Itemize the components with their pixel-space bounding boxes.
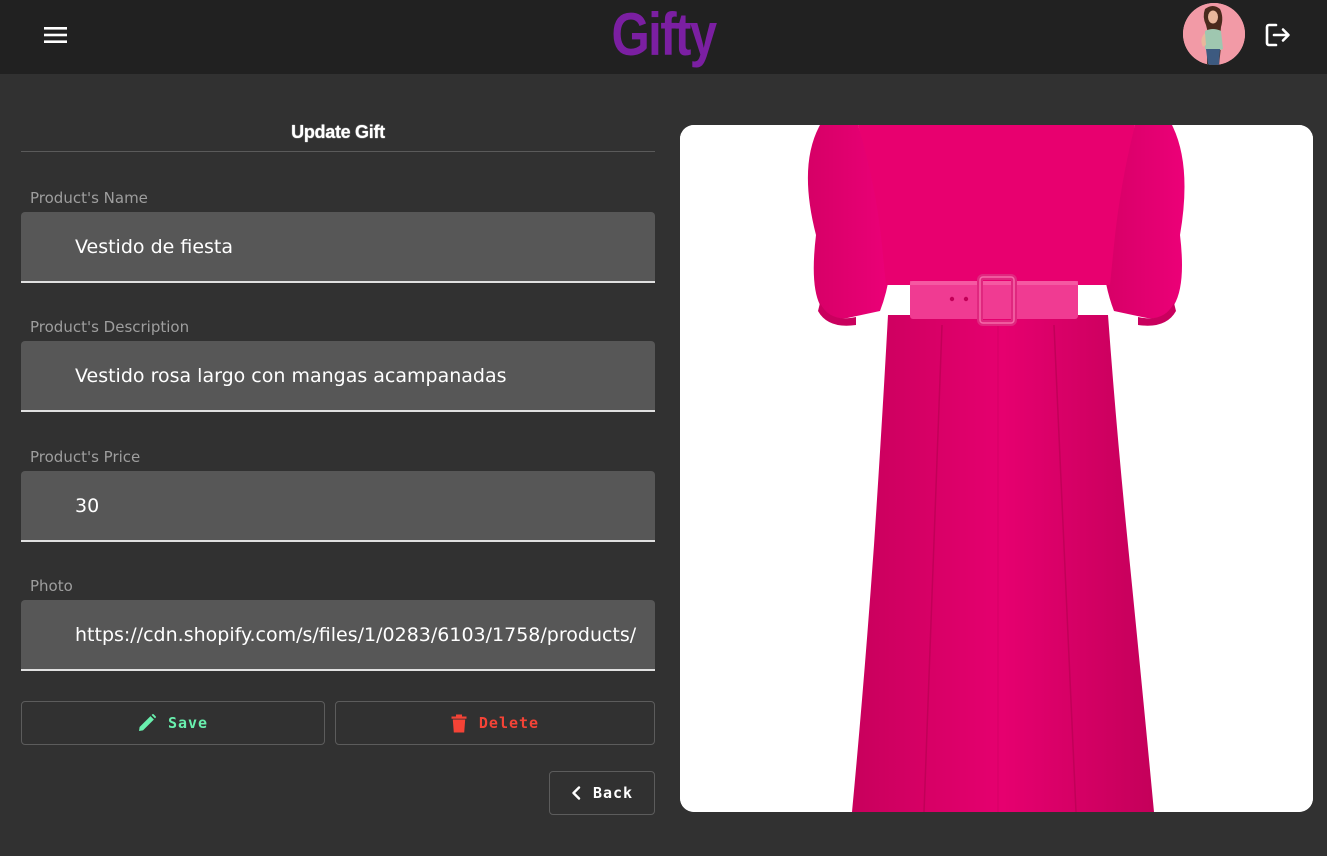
- photo-label: Photo: [30, 577, 73, 595]
- logout-icon: [1265, 23, 1290, 47]
- menu-icon: [44, 27, 67, 43]
- delete-button[interactable]: Delete: [335, 701, 655, 745]
- top-app-bar: Gifty: [0, 0, 1327, 74]
- pencil-icon: [138, 714, 156, 731]
- description-label: Product's Description: [30, 318, 190, 336]
- name-field-container: [21, 212, 655, 283]
- back-button-label: Back: [592, 784, 634, 802]
- menu-button[interactable]: [36, 18, 76, 52]
- save-button-label: Save: [167, 714, 209, 732]
- logout-button[interactable]: [1259, 17, 1297, 53]
- avatar-image: [1183, 3, 1245, 65]
- chevron-left-icon: [572, 786, 581, 800]
- description-field-container: [21, 341, 655, 412]
- name-label: Product's Name: [30, 189, 148, 207]
- save-button[interactable]: Save: [21, 701, 325, 745]
- pink-dress-image: [680, 125, 1313, 812]
- form-title: Update Gift: [291, 122, 385, 142]
- product-description-input[interactable]: [75, 341, 649, 410]
- photo-url-input[interactable]: [75, 600, 649, 669]
- form-divider: [21, 151, 655, 152]
- product-price-input[interactable]: [75, 471, 649, 540]
- photo-field-container: [21, 600, 655, 671]
- price-field-container: [21, 471, 655, 542]
- back-button[interactable]: Back: [549, 771, 655, 815]
- product-image-preview: [680, 125, 1313, 812]
- price-label: Product's Price: [30, 448, 141, 466]
- trash-icon: [451, 714, 467, 732]
- brand-logo: Gifty: [611, 1, 718, 68]
- delete-button-label: Delete: [478, 714, 540, 732]
- user-avatar[interactable]: [1183, 3, 1245, 65]
- product-name-input[interactable]: [75, 212, 649, 281]
